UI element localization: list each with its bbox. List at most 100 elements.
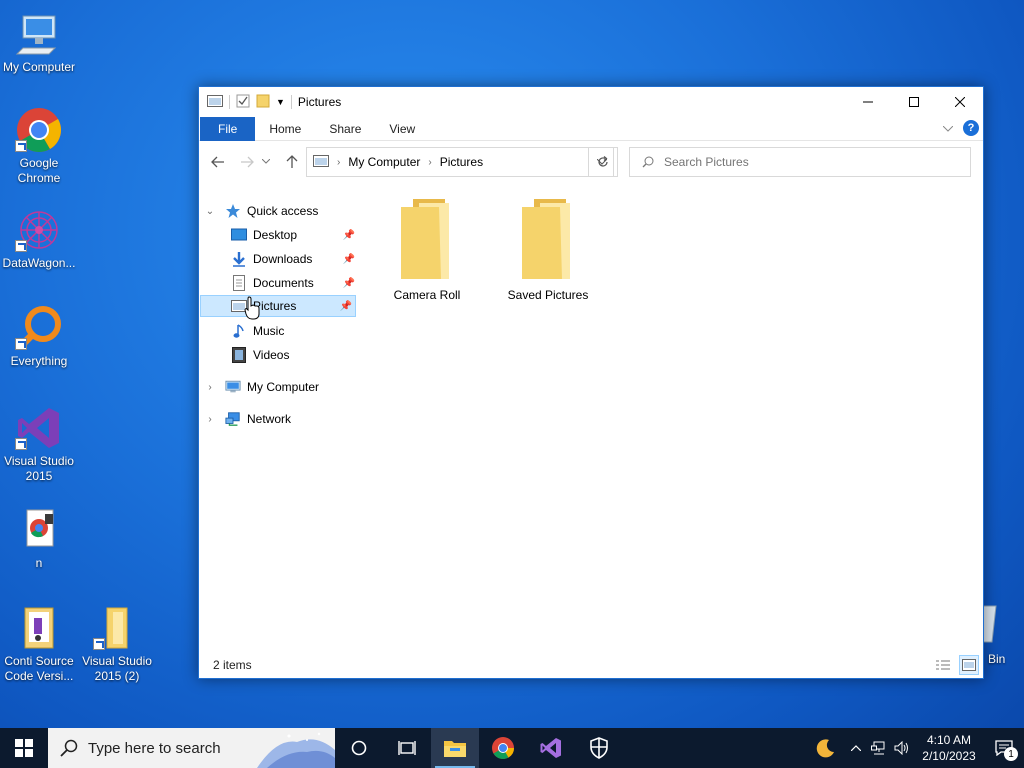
maximize-button[interactable] [891, 87, 937, 117]
forward-button[interactable] [235, 150, 259, 174]
search-icon [642, 156, 654, 168]
task-view-button[interactable] [383, 728, 431, 768]
nav-item-documents[interactable]: Documents 📌 [231, 272, 355, 294]
nav-item-music[interactable]: Music [231, 320, 351, 342]
minimize-icon [863, 101, 873, 103]
new-folder-icon[interactable] [256, 94, 270, 111]
nav-item-quick-access[interactable]: ⌄ Quick access [199, 200, 355, 222]
music-note-icon [231, 323, 247, 339]
navigation-bar: › My Computer › Pictures [199, 141, 983, 183]
tab-file[interactable]: File [200, 116, 256, 141]
breadcrumb-pictures[interactable]: Pictures [440, 155, 483, 169]
up-button[interactable] [280, 150, 304, 174]
arrow-left-icon [211, 156, 224, 168]
nav-item-network[interactable]: › Network [199, 408, 355, 430]
details-view-button[interactable] [933, 655, 953, 675]
taskbar-visual-studio[interactable] [527, 728, 575, 768]
customize-toolbar-chevron-icon[interactable]: ▼ [276, 97, 285, 107]
network-tray-icon[interactable] [868, 728, 890, 768]
windows-logo-icon [15, 739, 33, 757]
properties-check-icon[interactable] [236, 94, 250, 111]
folder-icon [401, 199, 449, 283]
refresh-button[interactable] [588, 147, 618, 177]
tab-share[interactable]: Share [315, 117, 375, 141]
cortana-button[interactable] [335, 728, 383, 768]
tab-home[interactable]: Home [255, 117, 315, 141]
download-arrow-icon [231, 251, 247, 267]
breadcrumb-my-computer[interactable]: My Computer [348, 155, 420, 169]
visual-studio-icon [15, 404, 63, 452]
help-button[interactable]: ? [963, 120, 979, 136]
chevron-expanded-icon[interactable]: ⌄ [205, 206, 215, 217]
desktop-icon-google-chrome[interactable]: Google Chrome [1, 106, 77, 186]
large-icons-view-icon [962, 659, 976, 671]
recent-locations-button[interactable] [259, 150, 273, 174]
chevron-right-icon[interactable]: › [205, 414, 215, 425]
speaker-icon [894, 741, 908, 755]
chevron-up-icon [851, 745, 861, 751]
show-hidden-icons-button[interactable] [844, 728, 868, 768]
nav-item-desktop[interactable]: Desktop 📌 [231, 224, 355, 246]
desktop-icon-visual-studio-2015[interactable]: Visual Studio 2015 [1, 404, 77, 484]
chevron-right-icon[interactable]: › [205, 382, 215, 393]
pictures-location-icon [313, 154, 329, 170]
title-bar: ▼ Pictures [199, 87, 983, 117]
desktop-icon-label: Conti Source Code Versi... [4, 654, 74, 683]
search-box[interactable] [629, 147, 971, 177]
desktop-icon-my-computer[interactable]: My Computer [1, 10, 77, 75]
document-shortcut-icon [15, 506, 63, 554]
folder-item-saved-pictures[interactable]: Saved Pictures [498, 199, 598, 302]
action-center-button[interactable]: 1 [984, 728, 1024, 768]
search-icon [60, 739, 78, 757]
desktop-icon-conti-source[interactable]: Conti Source Code Versi... [1, 604, 77, 684]
folder-item-camera-roll[interactable]: Camera Roll [377, 199, 477, 302]
taskbar-search-box[interactable]: Type here to search [48, 728, 335, 768]
explorer-window: ▼ Pictures File Home Share View ? › My C… [198, 86, 984, 679]
network-icon [225, 411, 241, 427]
toolbar-separator [290, 95, 292, 109]
view-switcher [933, 655, 979, 675]
desktop-icon [231, 227, 247, 243]
shortcut-arrow-icon [93, 638, 105, 650]
close-button[interactable] [937, 87, 983, 117]
tab-view[interactable]: View [375, 117, 429, 141]
shortcut-arrow-icon [15, 140, 27, 152]
details-view-icon [936, 660, 950, 670]
pin-icon[interactable]: 📌 [343, 278, 355, 289]
nav-item-downloads[interactable]: Downloads 📌 [231, 248, 355, 270]
back-button[interactable] [206, 150, 230, 174]
shortcut-arrow-icon [15, 438, 27, 450]
taskbar-chrome[interactable] [479, 728, 527, 768]
start-button[interactable] [0, 728, 48, 768]
breadcrumb-chevron-icon: › [428, 156, 432, 168]
nav-item-videos[interactable]: Videos [231, 344, 351, 366]
volume-tray-icon[interactable] [890, 728, 914, 768]
ethernet-icon [871, 741, 885, 755]
nav-item-my-computer[interactable]: › My Computer [199, 376, 355, 398]
pin-icon[interactable]: 📌 [343, 230, 355, 241]
chevron-down-icon [262, 159, 270, 164]
pin-icon[interactable]: 📌 [343, 254, 355, 265]
notification-count-badge: 1 [1004, 747, 1018, 761]
desktop-icon-datawagon[interactable]: DataWagon... [1, 206, 77, 271]
taskbar-file-explorer[interactable] [431, 728, 479, 768]
search-highlight-illustration-icon [257, 732, 335, 768]
clock[interactable]: 4:10 AM 2/10/2023 [914, 732, 984, 764]
minimize-button[interactable] [845, 87, 891, 117]
night-light-tray-icon[interactable] [808, 728, 844, 768]
desktop-icon-recycle-bin[interactable]: Bin [979, 604, 1024, 680]
taskbar-windows-security[interactable] [575, 728, 623, 768]
nav-item-pictures[interactable]: Pictures 📌 [200, 295, 356, 317]
address-bar[interactable]: › My Computer › Pictures [306, 147, 614, 177]
film-icon [231, 347, 247, 363]
pin-icon[interactable]: 📌 [340, 301, 352, 312]
shortcut-arrow-icon [15, 338, 27, 350]
desktop-icon-n[interactable]: n [1, 506, 77, 571]
desktop-icon-visual-studio-2015-2[interactable]: Visual Studio 2015 (2) [79, 604, 155, 684]
search-input[interactable] [664, 155, 954, 169]
breadcrumb: › My Computer › Pictures [307, 154, 591, 170]
desktop-icon-everything[interactable]: Everything [1, 304, 77, 369]
large-icons-view-button[interactable] [959, 655, 979, 675]
expand-ribbon-chevron-icon[interactable] [942, 121, 954, 135]
clock-time: 4:10 AM [926, 733, 972, 747]
